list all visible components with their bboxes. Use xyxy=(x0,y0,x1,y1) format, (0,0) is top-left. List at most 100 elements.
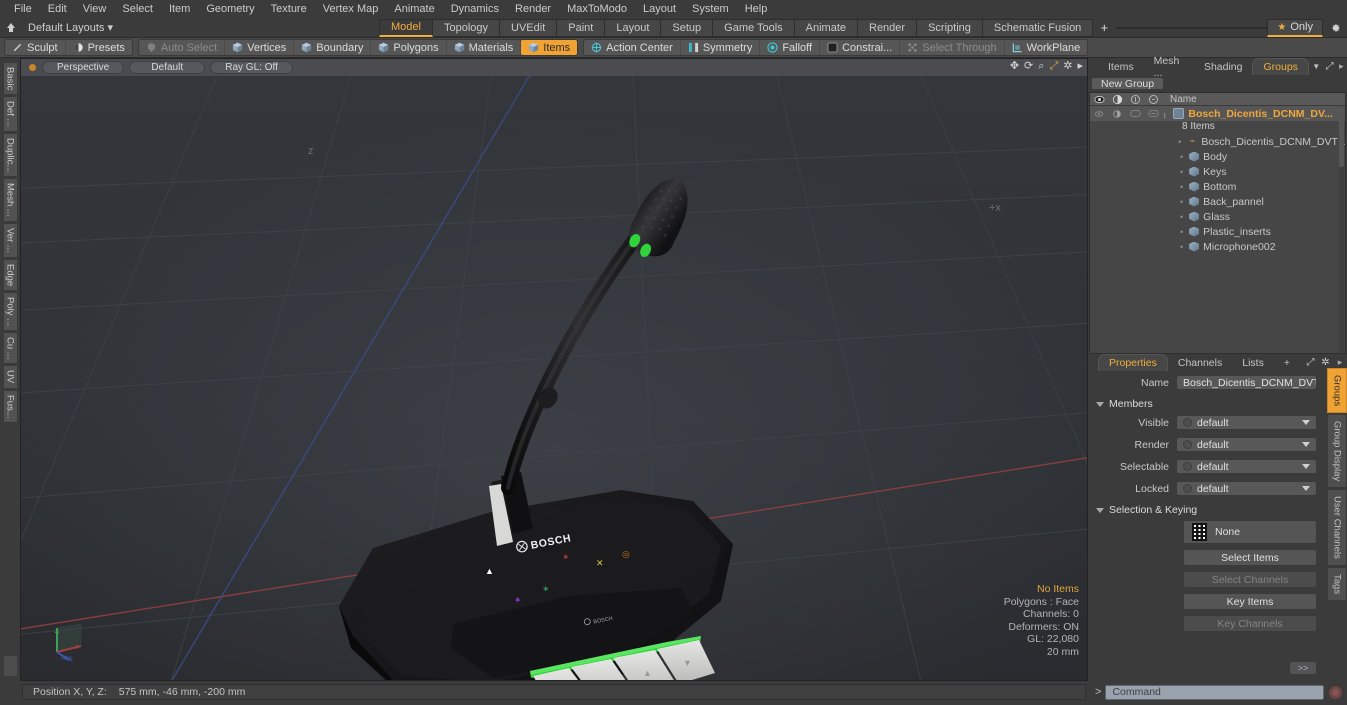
left-tab-duplic-[interactable]: Duplic... xyxy=(2,132,18,177)
row-lock-icon[interactable] xyxy=(1126,109,1144,118)
left-tab-basic[interactable]: Basic xyxy=(2,62,18,96)
expand-icon[interactable]: ⤢ xyxy=(1303,354,1318,371)
lock-icon[interactable] xyxy=(1126,94,1144,105)
tree-item-row[interactable]: • Microphone002 xyxy=(1090,239,1345,254)
info-icon[interactable] xyxy=(1144,94,1162,105)
left-panel-collapse-button[interactable] xyxy=(2,655,18,677)
layout-tab-scripting[interactable]: Scripting xyxy=(917,18,983,37)
side-tab-user-channels[interactable]: User Channels xyxy=(1327,489,1347,567)
tree-item-row[interactable]: • Keys xyxy=(1090,164,1345,179)
left-tab-cu-[interactable]: Cu ... xyxy=(2,331,18,365)
menu-item-animate[interactable]: Animate xyxy=(386,1,442,17)
toggle-dot-icon[interactable] xyxy=(1183,484,1192,493)
viewport-pill-ray-gl-off[interactable]: Ray GL: Off xyxy=(210,61,293,74)
side-tab-tags[interactable]: Tags xyxy=(1327,567,1347,602)
move-icon[interactable]: ✥ xyxy=(1010,61,1019,72)
fit-icon[interactable]: ⤢ xyxy=(1049,61,1058,72)
left-tab-poly-[interactable]: Poly ... xyxy=(2,291,18,331)
left-tab-ver-[interactable]: Ver ... xyxy=(2,222,18,258)
menu-item-dynamics[interactable]: Dynamics xyxy=(443,1,507,17)
menu-item-vertex-map[interactable]: Vertex Map xyxy=(315,1,387,17)
toggle-dot-icon[interactable] xyxy=(1183,418,1192,427)
row-info-icon[interactable] xyxy=(1144,109,1162,118)
menu-item-system[interactable]: System xyxy=(684,1,737,17)
play-icon[interactable]: ▸ xyxy=(1077,61,1083,72)
row-eye-icon[interactable] xyxy=(1090,109,1108,119)
layout-tab-model[interactable]: Model xyxy=(379,18,433,37)
toggle-dot-icon[interactable] xyxy=(1183,440,1192,449)
layout-tab-topology[interactable]: Topology xyxy=(432,18,501,37)
group-tree-scrollbar[interactable] xyxy=(1339,107,1344,353)
gear-icon[interactable] xyxy=(1323,18,1347,37)
rotate-icon[interactable]: ⟳ xyxy=(1024,61,1033,72)
right-tab-mesh-[interactable]: Mesh ... xyxy=(1143,55,1194,79)
tool-constrai-[interactable]: Constrai... xyxy=(820,40,901,55)
menu-item-select[interactable]: Select xyxy=(114,1,161,17)
menu-item-view[interactable]: View xyxy=(75,1,115,17)
record-icon[interactable] xyxy=(1328,684,1343,700)
key-items-button[interactable]: Key Items xyxy=(1183,593,1317,610)
right-tab-groups[interactable]: Groups xyxy=(1252,58,1309,75)
properties-tab-add-button[interactable]: + xyxy=(1273,354,1300,371)
settings-icon[interactable]: ✲ xyxy=(1063,61,1072,72)
left-tab-def-[interactable]: Def ... xyxy=(2,96,18,132)
layout-tab-setup[interactable]: Setup xyxy=(661,18,714,37)
property-dropdown-selectable[interactable]: default xyxy=(1176,459,1317,474)
tool-presets[interactable]: Presets xyxy=(66,40,132,55)
layout-tab-render[interactable]: Render xyxy=(858,18,918,37)
selection-keying-section-header[interactable]: Selection & Keying xyxy=(1088,502,1347,520)
command-input[interactable]: Command xyxy=(1105,684,1324,700)
group-tree-root-row[interactable]: ╷ Bosch_Dicentis_DCNM_DV... xyxy=(1090,106,1345,121)
menu-item-edit[interactable]: Edit xyxy=(40,1,75,17)
tool-workplane[interactable]: WorkPlane xyxy=(1005,40,1088,55)
tree-item-row[interactable]: • ⌁ Bosch_Dicentis_DCNM_DVT ... xyxy=(1090,134,1345,149)
menu-item-help[interactable]: Help xyxy=(737,1,776,17)
viewport-3d[interactable]: Perspective Default Ray GL: Off ✥ ⟳ ⌕ ⤢ ✲ … xyxy=(20,58,1088,681)
selection-set-button[interactable]: None xyxy=(1183,520,1317,544)
layout-tab-game-tools[interactable]: Game Tools xyxy=(713,18,795,37)
menu-item-render[interactable]: Render xyxy=(507,1,559,17)
members-section-header[interactable]: Members xyxy=(1088,396,1347,414)
viewport-nav-icons[interactable]: ✥ ⟳ ⌕ ⤢ ✲ ▸ xyxy=(1010,61,1083,72)
menu-item-file[interactable]: File xyxy=(6,1,40,17)
tool-symmetry[interactable]: Symmetry xyxy=(681,40,761,55)
property-dropdown-render[interactable]: default xyxy=(1176,437,1317,452)
row-render-icon[interactable] xyxy=(1108,109,1126,119)
tool-falloff[interactable]: Falloff xyxy=(760,40,821,55)
menu-item-layout[interactable]: Layout xyxy=(635,1,684,17)
eye-icon[interactable] xyxy=(1090,94,1108,105)
property-dropdown-locked[interactable]: default xyxy=(1176,481,1317,496)
mode-materials[interactable]: Materials xyxy=(447,40,522,55)
side-tab-groups[interactable]: Groups xyxy=(1327,368,1347,414)
chevron-down-icon[interactable]: ▼ xyxy=(1309,58,1324,75)
properties-tab-properties[interactable]: Properties xyxy=(1098,354,1168,371)
zoom-icon[interactable]: ⌕ xyxy=(1038,61,1044,72)
add-layout-button[interactable]: + xyxy=(1093,20,1116,35)
side-tab-group-display[interactable]: Group Display xyxy=(1327,414,1347,489)
left-tab-edge[interactable]: Edge xyxy=(2,258,18,291)
toggle-dot-icon[interactable] xyxy=(1183,462,1192,471)
viewport-pill-default[interactable]: Default xyxy=(129,61,206,74)
left-tab-fus-[interactable]: Fus... xyxy=(2,389,18,424)
tree-item-row[interactable]: • Plastic_inserts xyxy=(1090,224,1345,239)
tool-action-center[interactable]: Action Center xyxy=(584,40,681,55)
layout-tab-paint[interactable]: Paint xyxy=(557,18,606,37)
expand-more-button[interactable]: >> xyxy=(1289,661,1317,675)
properties-tab-lists[interactable]: Lists xyxy=(1232,354,1274,371)
mode-boundary[interactable]: Boundary xyxy=(294,40,372,55)
menu-item-item[interactable]: Item xyxy=(161,1,198,17)
name-field[interactable]: Bosch_Dicentis_DCNM_DVT_Disc... xyxy=(1176,375,1317,390)
mode-auto-select[interactable]: Auto Select xyxy=(139,40,226,55)
layout-tab-layout[interactable]: Layout xyxy=(605,18,662,37)
render-icon[interactable] xyxy=(1108,94,1126,105)
tree-expand-icon[interactable]: ╷ xyxy=(1162,108,1167,119)
new-group-button[interactable]: New Group xyxy=(1091,77,1165,90)
right-tab-shading[interactable]: Shading xyxy=(1193,58,1253,75)
tool-select-through[interactable]: Select Through xyxy=(900,40,1005,55)
mode-items[interactable]: Items xyxy=(521,40,578,55)
layout-tab-schematic-fusion[interactable]: Schematic Fusion xyxy=(982,18,1094,37)
left-tab-mesh-[interactable]: Mesh ... xyxy=(2,177,18,222)
mode-vertices[interactable]: Vertices xyxy=(225,40,295,55)
expand-icon[interactable]: ⤢ xyxy=(1324,58,1336,75)
property-dropdown-visible[interactable]: default xyxy=(1176,415,1317,430)
